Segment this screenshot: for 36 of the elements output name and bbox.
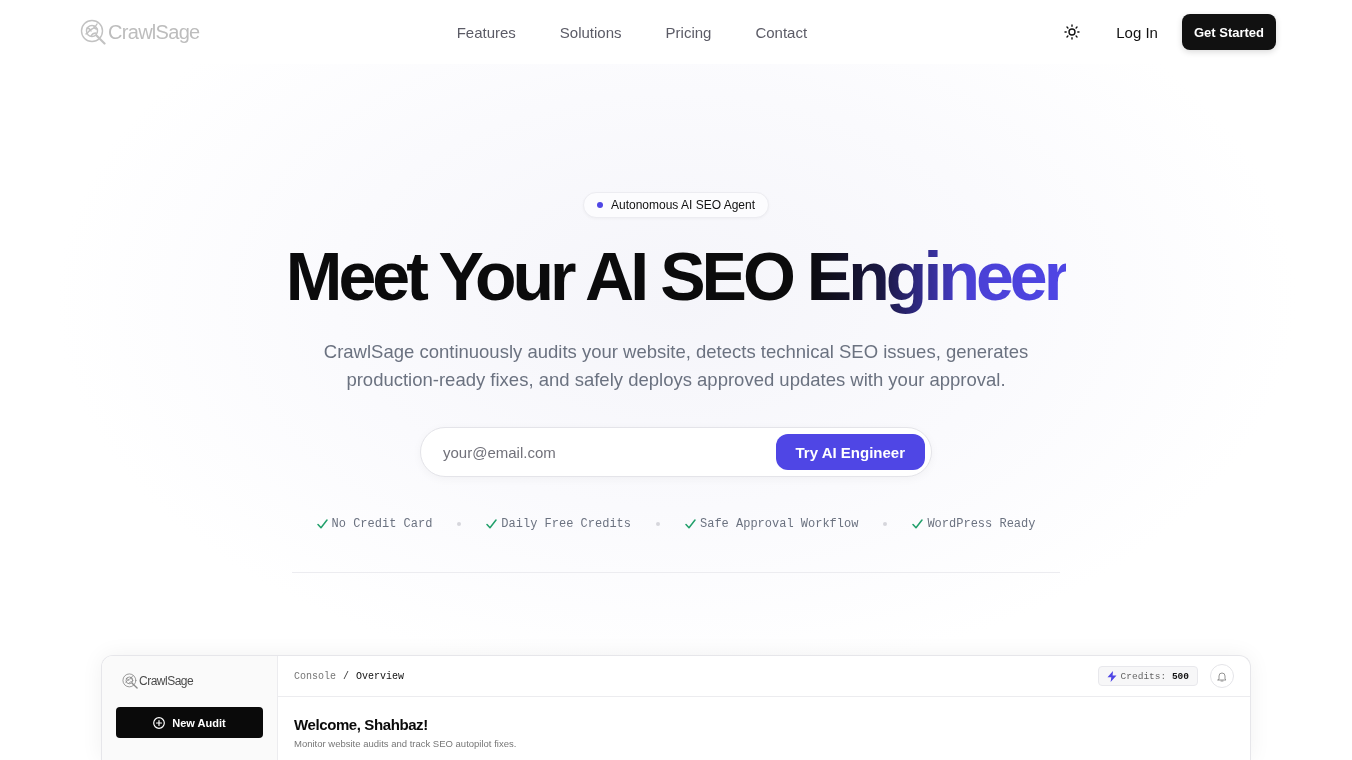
- hero-headline: Meet Your AI SEO Engineer: [285, 238, 1067, 314]
- welcome-heading: Welcome, Shahbaz!: [294, 716, 429, 734]
- email-signup-field[interactable]: your@email.com Try AI Engineer: [420, 427, 932, 477]
- breadcrumb-current: Overview: [356, 670, 405, 682]
- breadcrumb-separator: /: [343, 670, 350, 682]
- try-button[interactable]: Try AI Engineer: [775, 434, 925, 470]
- get-started-button[interactable]: Get Started: [1181, 14, 1276, 50]
- sun-icon[interactable]: [1064, 24, 1081, 40]
- check-icon: [912, 519, 924, 529]
- perk-label: Safe Approval Workflow: [700, 517, 859, 531]
- new-audit-button[interactable]: New Audit: [116, 707, 263, 738]
- dot-icon: [596, 202, 603, 208]
- nav-link[interactable]: Pricing: [665, 23, 712, 41]
- nav-link[interactable]: Features: [456, 23, 516, 41]
- brand-name: CrawlSage: [139, 674, 194, 688]
- hero-description: CrawlSage continuously audits your website, detects technical SEO issues, generates production-ready fixes, and safely deploys approved updates with your approval.: [322, 340, 1030, 392]
- breadcrumb-link[interactable]: Console: [294, 670, 336, 682]
- plus-circle-icon: [153, 716, 166, 729]
- perk-label: No Credit Card: [331, 517, 433, 531]
- check-icon: [486, 519, 498, 529]
- logo-icon: [80, 19, 106, 45]
- perk-label: Daily Free Credits: [501, 517, 631, 531]
- nav-link[interactable]: Contact: [755, 23, 808, 41]
- credits-label: Credits: 500: [1120, 670, 1189, 682]
- login-link[interactable]: Log In: [1116, 23, 1158, 41]
- logo-icon: [122, 673, 138, 689]
- bell-icon: [1217, 670, 1227, 682]
- check-icon: [685, 519, 696, 529]
- email-input[interactable]: your@email.com: [443, 435, 776, 469]
- welcome-subtitle: Monitor website audits and track SEO autopilot fixes.: [294, 738, 518, 750]
- badge-label: Autonomous AI SEO Agent: [610, 198, 756, 212]
- nav-link[interactable]: Solutions: [559, 23, 622, 41]
- perk-label: WordPress Ready: [927, 517, 1036, 531]
- dot-icon: [656, 522, 660, 526]
- check-icon: [316, 519, 328, 529]
- lightning-icon: [1106, 670, 1117, 682]
